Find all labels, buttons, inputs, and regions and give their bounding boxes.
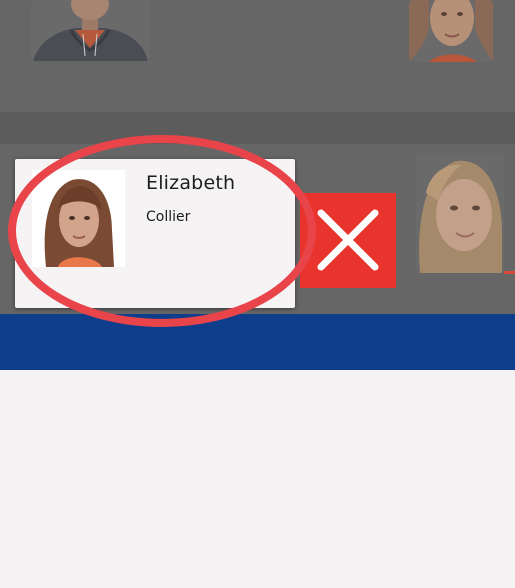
girl-avatar-photo: [32, 170, 125, 267]
girl-avatar-photo: [409, 0, 493, 62]
swipe-action-edge: [504, 271, 515, 274]
contact-first-name: Elizabeth: [146, 172, 236, 194]
delete-action-button[interactable]: [300, 193, 396, 288]
contact-last-name: Collier: [146, 209, 191, 225]
list-item[interactable]: [0, 0, 515, 112]
blonde-girl-avatar-photo: [416, 153, 504, 273]
bottom-app-bar: [0, 314, 515, 370]
list-divider: [0, 112, 515, 144]
close-icon: [317, 209, 379, 271]
boy-avatar-photo: [31, 0, 150, 61]
